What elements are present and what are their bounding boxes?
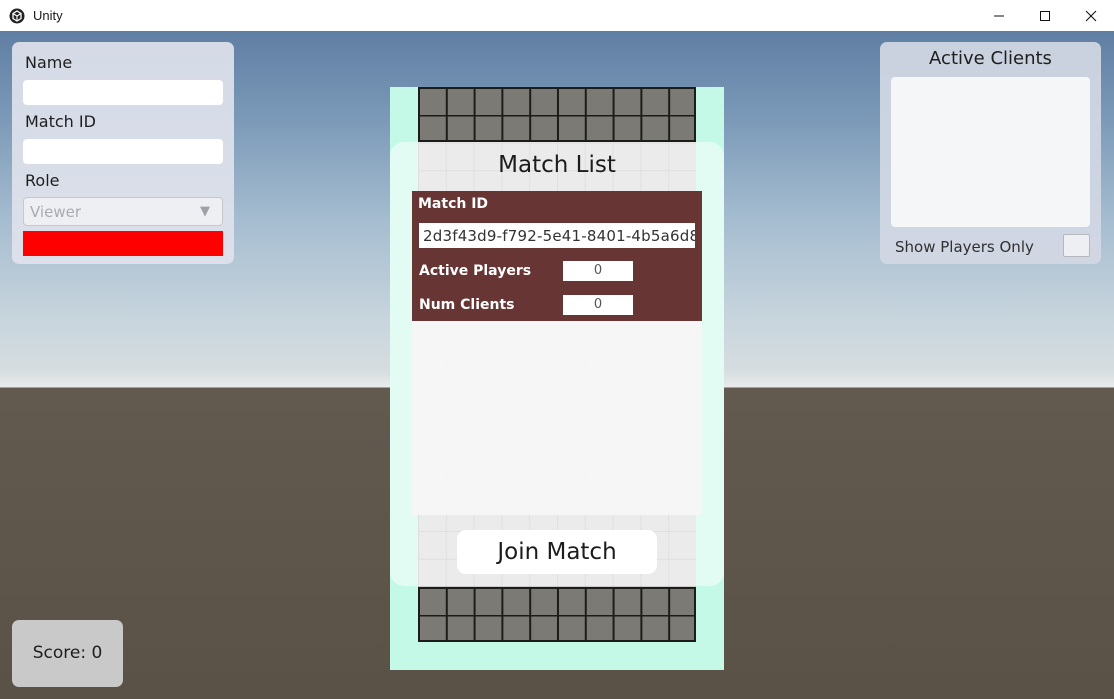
active-clients-title: Active Clients (929, 48, 1052, 69)
active-clients-panel: Active Clients Show Players Only (880, 42, 1101, 264)
player-color-swatch[interactable] (23, 231, 223, 256)
unity-logo-icon (9, 8, 25, 23)
match-id-input[interactable] (23, 139, 223, 164)
match-id-value: 2d3f43d9-f792-5e41-8401-4b5a6d8 (423, 227, 695, 245)
role-dropdown[interactable]: Viewer ▼ (23, 197, 223, 226)
minimize-button[interactable] (976, 0, 1022, 31)
num-clients-value: 0 (563, 295, 633, 315)
match-id-heading: Match ID (418, 196, 489, 212)
show-players-only-label: Show Players Only (895, 238, 1034, 256)
minimize-icon (994, 15, 1004, 16)
match-id-field[interactable]: 2d3f43d9-f792-5e41-8401-4b5a6d8 (419, 223, 695, 248)
close-button[interactable] (1068, 0, 1114, 31)
active-clients-list[interactable] (891, 77, 1090, 227)
match-list-title: Match List (498, 152, 616, 178)
name-label: Name (25, 53, 73, 72)
score-display: Score: 0 (12, 620, 123, 687)
num-clients-label: Num Clients (419, 297, 515, 313)
player-setup-panel: Name Match ID Role Viewer ▼ (12, 42, 234, 264)
match-id-label: Match ID (25, 112, 96, 131)
window-titlebar: Unity (0, 0, 1114, 32)
maximize-icon (1040, 10, 1050, 21)
dropdown-arrow-icon: ▼ (200, 204, 210, 219)
name-input[interactable] (23, 80, 223, 105)
board-bottom-blocks (418, 587, 696, 642)
match-list-item[interactable]: Match ID 2d3f43d9-f792-5e41-8401-4b5a6d8… (412, 191, 702, 321)
role-selected-value: Viewer (30, 203, 81, 221)
close-icon (1085, 10, 1097, 21)
role-label: Role (25, 171, 60, 190)
show-players-only-checkbox[interactable] (1063, 234, 1090, 257)
active-players-label: Active Players (419, 263, 532, 279)
join-match-button[interactable]: Join Match (457, 530, 657, 574)
maximize-button[interactable] (1022, 0, 1068, 31)
active-players-value: 0 (563, 261, 633, 281)
board-top-blocks (418, 87, 696, 142)
window-title: Unity (33, 8, 63, 23)
